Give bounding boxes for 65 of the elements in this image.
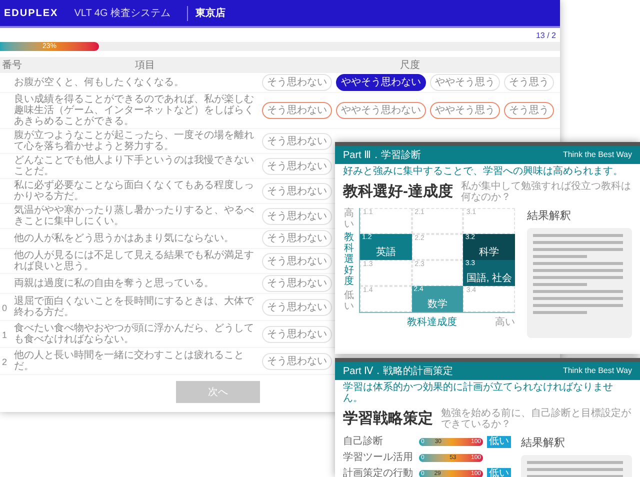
app-title: VLT 4G 検査システム xyxy=(74,6,171,20)
answer-option[interactable]: ややそう思う xyxy=(430,74,500,91)
answer-option[interactable]: そう思わない xyxy=(262,132,332,150)
part-title: Part Ⅲ．学習診断 xyxy=(343,148,422,162)
axis-label: 教科達成度 xyxy=(407,316,457,330)
question-text: 他の人が見るには不足して見える結果でも私が満足すれば良いと思う。 xyxy=(14,250,255,272)
brand-slogan: Think the Best Way xyxy=(562,365,632,377)
level-badge: 低い xyxy=(487,468,511,477)
row-number: 1 xyxy=(2,330,8,340)
axis-label: 高い xyxy=(495,316,515,330)
answer-option[interactable]: そう思う xyxy=(504,74,554,91)
answer-option[interactable]: そう思わない xyxy=(262,182,332,200)
row-number: 0 xyxy=(2,303,8,313)
answer-option[interactable]: そう思わない xyxy=(262,230,332,247)
question-text: お腹が空くと、何もしたくなくなる。 xyxy=(14,77,185,88)
logo: EDUPLEX xyxy=(4,6,58,20)
result-title: 結果解釈 xyxy=(527,208,572,224)
answer-option[interactable]: そう思う xyxy=(504,102,554,119)
question-text: 退屈で面白くないことを長時間にするときは、大体で終わる方だ。 xyxy=(14,296,255,318)
subject-label: 科学 xyxy=(479,246,500,258)
report-subtitle: 勉強を始める前に、自己診断と目標設定ができているか？ xyxy=(441,408,632,430)
column-header: 尺度 xyxy=(399,58,421,72)
answer-option[interactable]: ややそう思う xyxy=(430,102,500,119)
axis-label: 低い xyxy=(344,290,354,312)
part-title: Part Ⅳ．戦略的計画策定 xyxy=(343,364,454,378)
brand-slogan: Think the Best Way xyxy=(562,149,632,161)
answer-option[interactable]: そう思わない xyxy=(262,298,332,316)
answer-option[interactable]: そう思わない xyxy=(262,158,332,174)
branch-name: 東京店 xyxy=(186,6,226,20)
answer-option[interactable]: ややそう思わない xyxy=(336,102,426,119)
column-header: 項目 xyxy=(134,58,156,72)
bar-label: 学習ツール活用 xyxy=(343,451,414,465)
axis-label: 教科選好度 xyxy=(344,232,354,287)
axis-label: 高い xyxy=(344,208,354,230)
question-text: 気温がやや寒かったり蒸し暑かったりすると、やるべきことに集中しにくい。 xyxy=(14,205,255,227)
answer-option[interactable]: そう思わない xyxy=(262,102,332,119)
report-title: 教科選好-達成度 xyxy=(343,182,453,202)
answer-option[interactable]: そう思わない xyxy=(262,326,332,342)
question-counter: 13 / 2 xyxy=(536,30,556,42)
bar-label: 自己診断 xyxy=(343,434,384,449)
question-text: どんなことでも他人より下手というのは我慢できないことだ。 xyxy=(14,155,255,177)
question-text: 両親は過度に私の自由を奪うと思っている。 xyxy=(14,278,215,289)
answer-option[interactable]: そう思わない xyxy=(262,208,332,224)
question-text: 他の人と長い時間を一緒に交わすことは疲れることだ。 xyxy=(14,350,245,372)
question-text: 私に必ず必要なことなら面白くなくてもある程度しっかりやる方だ。 xyxy=(14,180,255,202)
answer-option[interactable]: そう思わない xyxy=(262,275,332,292)
question-text: 他の人が私をどう思うかはあまり気にならない。 xyxy=(14,233,235,244)
subject-label: 数学 xyxy=(427,298,448,310)
question-text: 腹が立つようなことが起こったら、一度その場を離れて心を落ち着かせようと努力する。 xyxy=(14,130,255,152)
question-text: 良い成績を得ることができるのであれば、私が楽しむ趣味生活（ゲーム、インターネットなど）をしばらくあきらめることができる。 xyxy=(14,94,255,127)
report-subtitle: 私が集中して勉強すれば役立つ教科は何なのか？ xyxy=(461,181,632,204)
row-number: 2 xyxy=(2,357,8,367)
subject-label: 英語 xyxy=(376,246,396,258)
result-title: 結果解釈 xyxy=(521,436,566,450)
answer-option[interactable]: ややそう思わない xyxy=(336,74,426,91)
level-badge: 低い xyxy=(487,436,511,448)
part-tagline: 好みと強みに集中することで、学習への興味は高められます。 xyxy=(342,164,624,177)
answer-option[interactable]: そう思わない xyxy=(262,74,332,91)
part-tagline: 学習は体系的かつ効果的に計画が立てられなければなりません。 xyxy=(342,380,614,404)
column-header: 番号 xyxy=(1,58,23,72)
subject-label: 国語, 社会 xyxy=(466,272,512,284)
report-title: 学習戦略策定 xyxy=(343,409,433,429)
answer-option[interactable]: そう思わない xyxy=(262,252,332,270)
answer-option[interactable]: そう思わない xyxy=(262,352,332,370)
question-text: 食べたい食べ物やおやつが頭に浮かんだら、どうしても食べなければならない。 xyxy=(14,323,255,345)
